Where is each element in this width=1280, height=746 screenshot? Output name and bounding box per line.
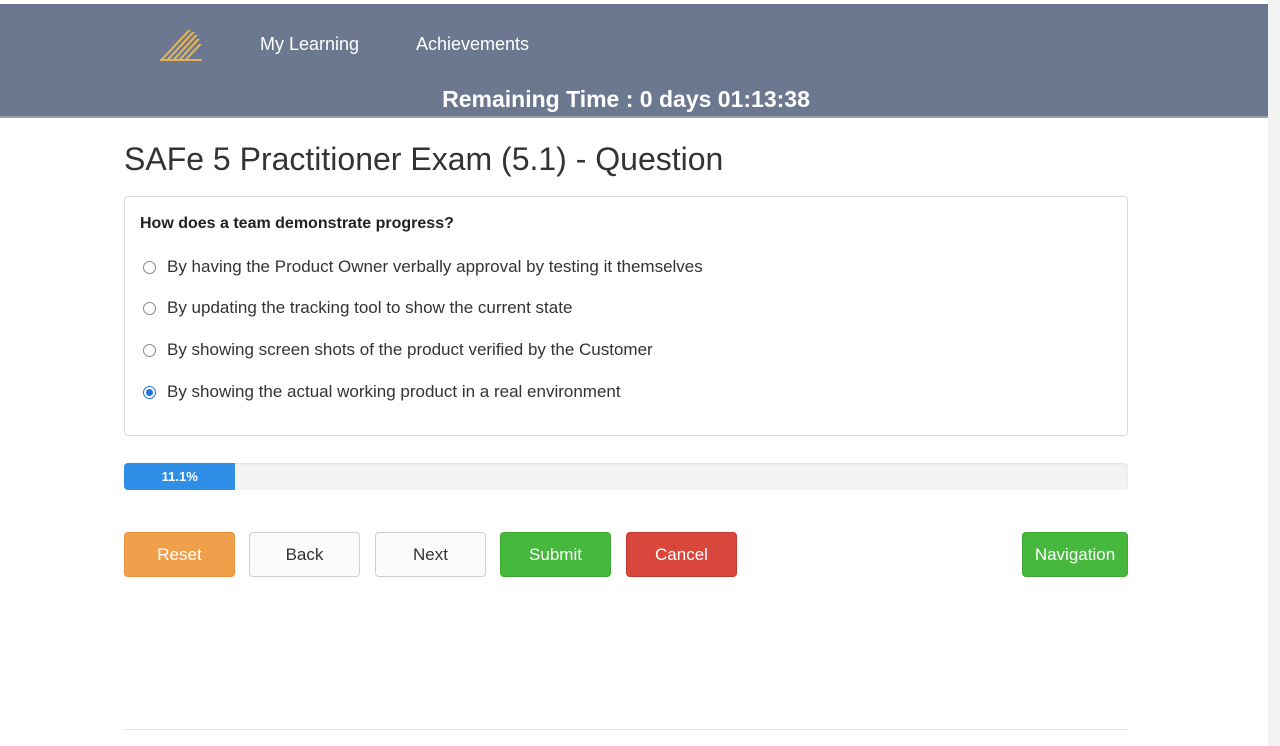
page-title: SAFe 5 Practitioner Exam (5.1) - Questio… xyxy=(124,141,724,177)
top-navigation-bar: My Learning Achievements Remaining Time … xyxy=(0,0,1280,118)
logo-icon[interactable] xyxy=(158,24,206,62)
submit-button[interactable]: Submit xyxy=(500,532,611,577)
radio-button[interactable] xyxy=(143,260,156,274)
answer-label: By having the Product Owner verbally app… xyxy=(167,257,703,276)
answer-option-4[interactable]: By showing the actual working product in… xyxy=(143,382,621,402)
answer-label: By showing the actual working product in… xyxy=(167,382,621,401)
navigation-button[interactable]: Navigation xyxy=(1022,532,1128,577)
next-button[interactable]: Next xyxy=(375,532,486,577)
question-card: How does a team demonstrate progress? By… xyxy=(124,196,1128,436)
back-button[interactable]: Back xyxy=(249,532,360,577)
reset-button[interactable]: Reset xyxy=(124,532,235,577)
answer-option-3[interactable]: By showing screen shots of the product v… xyxy=(143,340,653,360)
nav-achievements[interactable]: Achievements xyxy=(416,34,529,55)
header-bar: My Learning Achievements Remaining Time … xyxy=(0,4,1280,118)
radio-button-selected[interactable] xyxy=(143,385,156,399)
answer-label: By showing screen shots of the product v… xyxy=(167,340,653,359)
progress-fill: 11.1% xyxy=(124,463,236,490)
answer-option-2[interactable]: By updating the tracking tool to show th… xyxy=(143,298,572,318)
progress-bar: 11.1% xyxy=(124,463,1128,490)
footer-divider xyxy=(124,729,1128,730)
question-text: How does a team demonstrate progress? xyxy=(140,215,454,232)
radio-button[interactable] xyxy=(143,343,156,357)
radio-button[interactable] xyxy=(143,301,156,315)
remaining-time: Remaining Time : 0 days 01:13:38 xyxy=(442,86,810,112)
answer-option-1[interactable]: By having the Product Owner verbally app… xyxy=(143,257,703,277)
cancel-button[interactable]: Cancel xyxy=(626,532,737,577)
answer-label: By updating the tracking tool to show th… xyxy=(167,298,573,317)
nav-my-learning[interactable]: My Learning xyxy=(260,34,359,55)
scrollbar[interactable] xyxy=(1268,0,1280,746)
